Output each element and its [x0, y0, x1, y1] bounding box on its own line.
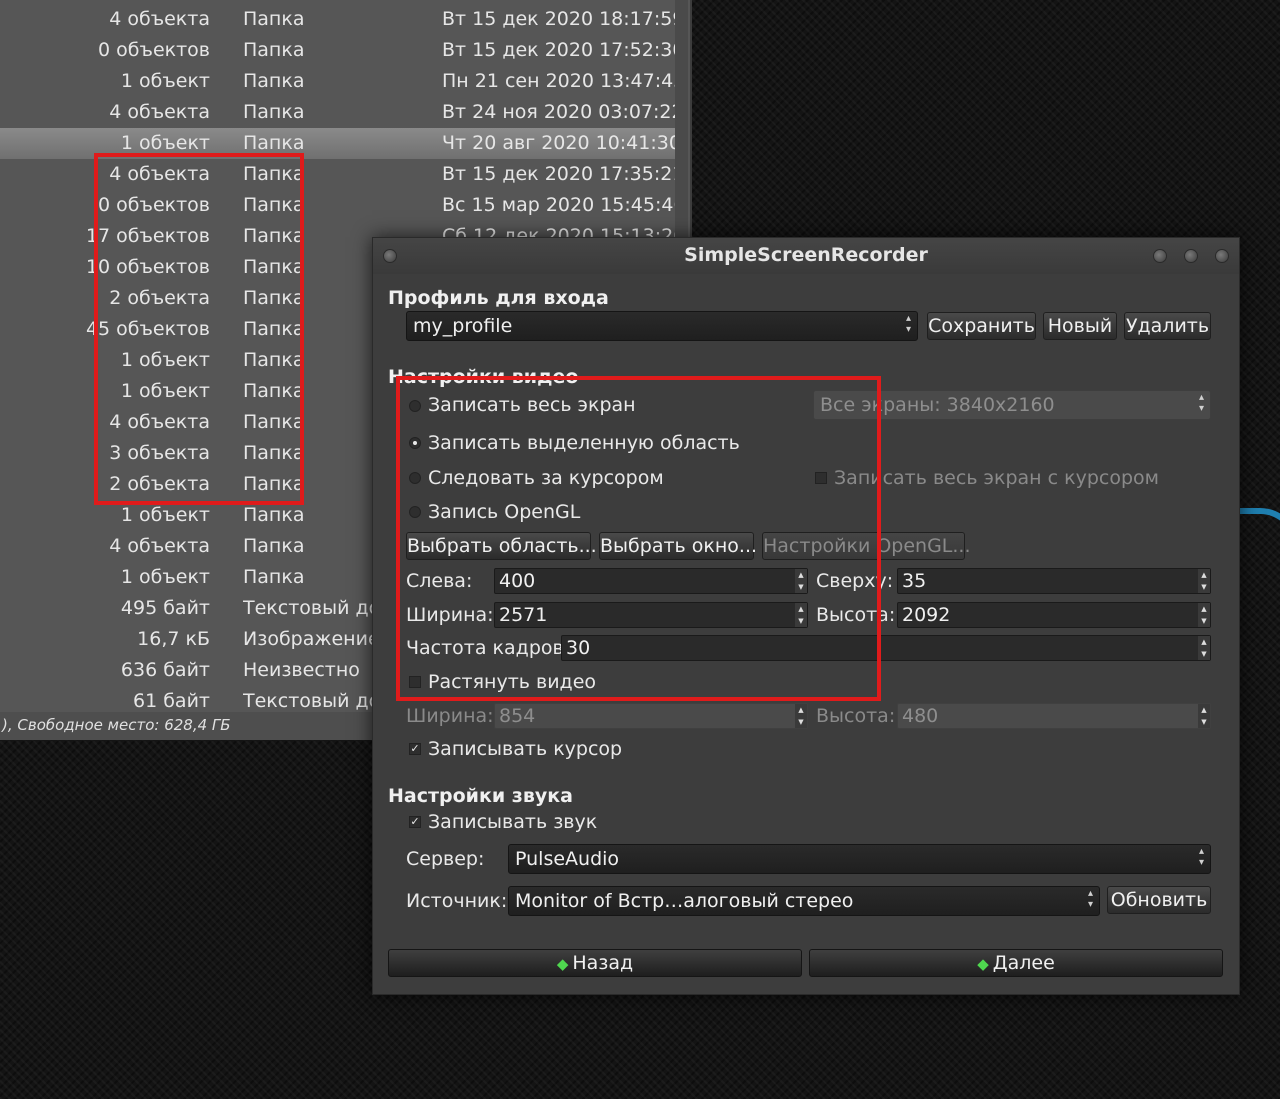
highlight-box-area-settings [396, 376, 881, 701]
file-modified-date: Чт 20 авг 2020 10:41:30 [442, 132, 681, 154]
file-type: Изображение [243, 628, 373, 650]
file-type: Папка [243, 8, 305, 30]
file-item-count: 16,7 кБ [137, 628, 210, 650]
height-value: 2092 [902, 604, 951, 626]
file-type: Папка [243, 70, 305, 92]
maximize-icon[interactable] [1184, 249, 1198, 263]
file-item-count: 1 объект [120, 504, 210, 526]
scaled-height-label: Высота: [816, 705, 896, 727]
scaled-height-spinbox[interactable]: 480 ▲ ▼ [897, 703, 1211, 729]
profile-select[interactable]: my_profile ▴ ▾ [406, 311, 918, 341]
file-type: Текстовый документ [243, 690, 373, 712]
file-type: Папка [243, 132, 305, 154]
record-cursor-checkbox[interactable]: ✓ [409, 743, 421, 755]
scaled-height-value: 480 [902, 705, 939, 727]
new-profile-button[interactable]: Новый [1043, 312, 1117, 340]
scaled-width-spinbox[interactable]: 854 ▲ ▼ [494, 703, 808, 729]
file-row[interactable]: 4 объекта Папка Вт 15 дек 2020 18:17:59 [0, 4, 684, 35]
profile-select-value: my_profile [413, 315, 513, 337]
file-item-count: 4 объекта [109, 8, 210, 30]
close-icon[interactable] [1215, 249, 1229, 263]
top-spinbox[interactable]: 35 ▲ ▼ [897, 568, 1211, 594]
file-modified-date: Вт 15 дек 2020 17:35:21 [442, 163, 685, 185]
save-profile-button[interactable]: Сохранить [927, 312, 1036, 340]
window-title: SimpleScreenRecorder [684, 244, 928, 266]
file-item-count: 1 объект [120, 70, 210, 92]
top-value: 35 [902, 570, 927, 592]
arrow-left-icon: ◆ [556, 955, 569, 973]
record-audio-checkbox[interactable]: ✓ [409, 816, 421, 828]
profile-section-title: Профиль для входа [388, 287, 609, 309]
server-label: Сервер: [406, 848, 485, 870]
record-audio-label: Записывать звук [428, 811, 598, 833]
audio-section-title: Настройки звука [388, 785, 573, 807]
minimize-icon[interactable] [1153, 249, 1167, 263]
combo-arrows-icon: ▴ ▾ [1198, 392, 1204, 414]
delete-profile-button[interactable]: Удалить [1124, 312, 1211, 340]
spin-arrows-icon[interactable]: ▲ ▼ [1198, 569, 1210, 593]
source-label: Источник: [406, 890, 508, 912]
scaled-width-label: Ширина: [406, 705, 494, 727]
height-spinbox[interactable]: 2092 ▲ ▼ [897, 602, 1211, 628]
refresh-button[interactable]: Обновить [1107, 886, 1211, 914]
fullscreen-cursor-label: Записать весь экран с курсором [834, 467, 1159, 489]
file-item-count: 0 объектов [98, 39, 210, 61]
back-button-label: Назад [572, 952, 634, 974]
spin-arrows-icon[interactable]: ▲ ▼ [1198, 603, 1210, 627]
next-button[interactable]: ◆ Далее [809, 949, 1223, 977]
file-type: Папка [243, 535, 305, 557]
file-row[interactable]: 0 объектов Папка Вт 15 дек 2020 17:52:30 [0, 35, 684, 66]
file-type: Папка [243, 39, 305, 61]
spin-arrows-icon[interactable]: ▲ ▼ [795, 704, 807, 728]
file-item-count: 636 байт [120, 659, 210, 681]
file-type: Неизвестно [243, 659, 360, 681]
file-item-count: 495 байт [120, 597, 210, 619]
file-item-count: 61 байт [133, 690, 210, 712]
combo-arrows-icon: ▴ ▾ [1198, 846, 1204, 868]
file-item-count: 1 объект [120, 566, 210, 588]
record-cursor-label: Записывать курсор [428, 738, 623, 760]
file-type: Текстовый документ [243, 597, 373, 619]
combo-arrows-icon: ▴ ▾ [905, 313, 911, 335]
combo-arrows-icon: ▴ ▾ [1087, 888, 1093, 910]
file-row[interactable]: 4 объекта Папка Вт 24 ноя 2020 03:07:22 [0, 97, 683, 128]
highlight-box-file-counts [94, 153, 304, 505]
arrow-right-icon: ◆ [977, 955, 989, 973]
file-type: Папка [243, 101, 305, 123]
back-button[interactable]: ◆ Назад [388, 949, 802, 977]
source-select[interactable]: Monitor of Встр…алоговый стерео ▴ ▾ [508, 886, 1100, 916]
file-modified-date: Вт 15 дек 2020 17:52:30 [442, 39, 685, 61]
file-type: Папка [243, 504, 305, 526]
server-select-value: PulseAudio [515, 848, 620, 870]
file-type: Папка [243, 566, 305, 588]
file-modified-date: Пн 21 сен 2020 13:47:43 [442, 70, 686, 92]
spin-arrows-icon[interactable]: ▲ ▼ [1198, 636, 1210, 660]
file-modified-date: Вт 24 ноя 2020 03:07:22 [442, 101, 684, 123]
file-row[interactable]: 1 объект Папка Пн 21 сен 2020 13:47:43 [0, 66, 685, 97]
next-button-label: Далее [992, 952, 1055, 974]
file-item-count: 1 объект [120, 132, 210, 154]
spin-arrows-icon[interactable]: ▲ ▼ [1198, 704, 1210, 728]
server-select[interactable]: PulseAudio ▴ ▾ [508, 844, 1211, 874]
title-bar[interactable]: SimpleScreenRecorder [373, 238, 1239, 274]
file-item-count: 4 объекта [109, 535, 210, 557]
scaled-width-value: 854 [499, 705, 536, 727]
file-modified-date: Вт 15 дек 2020 18:17:59 [442, 8, 685, 30]
file-item-count: 4 объекта [109, 101, 210, 123]
source-select-value: Monitor of Встр…алоговый стерео [515, 890, 854, 912]
file-modified-date: Вс 15 мар 2020 15:45:46 [442, 194, 686, 216]
